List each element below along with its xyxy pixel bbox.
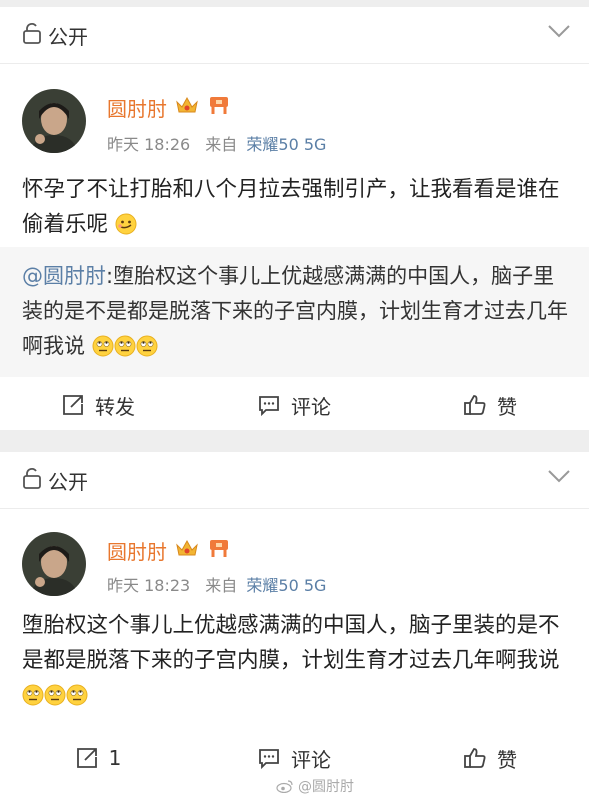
comment-button[interactable]: 评论 [196,375,392,435]
member-badge-icon [207,537,231,564]
action-bar: 转发 评论 赞 [0,375,589,435]
thumbs-up-icon [463,393,487,417]
eye-roll-emoji [136,333,158,368]
post-card: 公开 圆肘肘 昨天 18:23 来自 荣耀50 5G 堕胎权这个事儿上优越感满满… [0,452,589,800]
like-label: 赞 [497,747,517,772]
quoted-post-text: @圆肘肘:堕胎权这个事儿上优越感满满的中国人，脑子里装的是不是都是脱落下来的子宫… [22,259,572,368]
post-meta: 昨天 18:26 来自 荣耀50 5G [107,131,326,155]
eye-roll-emoji [114,333,136,368]
quoted-post[interactable]: @圆肘肘:堕胎权这个事儿上优越感满满的中国人，脑子里装的是不是都是脱落下来的子宫… [0,247,589,377]
repost-button[interactable]: 1 [0,728,196,788]
crown-badge-icon [175,537,199,564]
post-meta: 昨天 18:23 来自 荣耀50 5G [107,572,326,596]
watermark-text: @圆肘肘 [298,779,354,795]
repost-icon [61,393,85,417]
lock-icon [22,467,42,493]
comment-icon [257,746,281,770]
like-button[interactable]: 赞 [392,375,588,435]
post-text-container: 堕胎权这个事儿上优越感满满的中国人，脑子里装的是不是都是脱落下来的子宫内膜，计划… [22,608,572,717]
repost-button[interactable]: 转发 [0,375,196,435]
crown-badge-icon [175,94,199,121]
username-text: 圆肘肘 [107,540,167,564]
visibility-selector[interactable]: 公开 [22,467,88,494]
post-text: 堕胎权这个事儿上优越感满满的中国人，脑子里装的是不是都是脱落下来的子宫内膜，计划… [22,613,560,673]
username[interactable]: 圆肘肘 [107,93,231,122]
eye-roll-emoji [44,682,66,717]
watermark: @圆肘肘 [276,776,354,796]
quoted-mention[interactable]: @圆肘肘 [22,264,106,288]
thumbs-up-icon [463,746,487,770]
member-badge-icon [207,94,231,121]
visibility-label: 公开 [48,469,88,494]
source-prefix: 来自 [205,135,238,154]
visibility-selector[interactable]: 公开 [22,22,88,49]
like-label: 赞 [497,394,517,419]
post-text-container: 怀孕了不让打胎和八个月拉去强制引产，让我看看是谁在偷着乐呢 [22,172,572,246]
avatar[interactable] [22,89,86,153]
eye-roll-emoji [22,682,44,717]
repost-icon [75,746,99,770]
weibo-logo-icon [276,779,294,793]
post-time: 昨天 18:26 [107,135,191,154]
eye-roll-emoji [92,333,114,368]
post-text: 怀孕了不让打胎和八个月拉去强制引产，让我看看是谁在偷着乐呢 [22,177,560,237]
username[interactable]: 圆肘肘 [107,536,231,565]
username-text: 圆肘肘 [107,97,167,121]
comment-icon [257,393,281,417]
visibility-label: 公开 [48,24,88,49]
post-source[interactable]: 荣耀50 5G [246,576,326,595]
post-time: 昨天 18:23 [107,576,191,595]
post-header-bar: 公开 [0,7,589,64]
avatar[interactable] [22,532,86,596]
eye-roll-emoji [66,682,88,717]
chevron-down-icon[interactable] [547,468,571,488]
source-prefix: 来自 [205,576,238,595]
post-header-bar: 公开 [0,452,589,509]
post-card: 公开 圆肘肘 昨天 18:26 来自 荣耀50 5G 怀孕了不让打胎和八个月拉去… [0,7,589,430]
like-button[interactable]: 赞 [392,728,588,788]
chevron-down-icon[interactable] [547,23,571,43]
lock-icon [22,22,42,48]
repost-label: 转发 [95,394,135,419]
comment-label: 评论 [291,394,331,419]
smirk-emoji [115,211,137,246]
repost-count: 1 [108,746,122,770]
post-source[interactable]: 荣耀50 5G [246,135,326,154]
comment-label: 评论 [291,747,331,772]
